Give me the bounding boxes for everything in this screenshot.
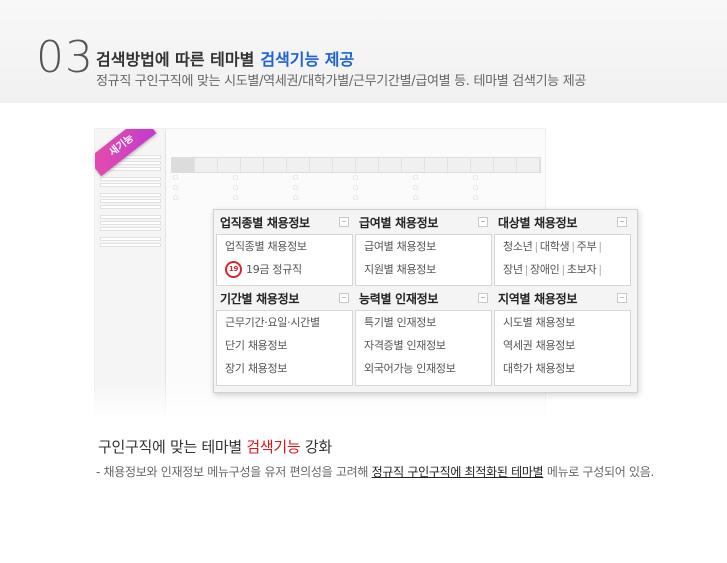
target-box: 청소년 | 대학생 | 주부 | 장년 | 장애인 | 초보자 | — [494, 234, 631, 286]
language-link[interactable]: 외국어가능 인재정보 — [356, 357, 491, 380]
ability-box: 특기별 인재정보 자격증별 인재정보 외국어가능 인재정보 — [355, 310, 492, 386]
period-title: 기간별 채용정보 — [220, 292, 300, 306]
desc-pre: - 채용정보와 인재정보 메뉴구성을 유저 편의성을 고려해 — [96, 465, 372, 479]
section-title: 검색방법에 따른 테마별 검색기능 제공 — [96, 46, 354, 70]
industry-link[interactable]: 업직종별 채용정보 — [217, 235, 352, 258]
title-highlight: 검색기능 제공 — [260, 50, 355, 69]
collapse-icon[interactable] — [339, 293, 349, 303]
industry-box: 업직종별 채용정보 19 19금 정규직 — [216, 234, 353, 286]
section-subtitle: 정규직 구인구직에 맞는 시도별/역세권/대학가별/근무기간별/급여별 등. 테… — [96, 74, 587, 89]
section-number: 03 — [36, 32, 94, 83]
target-teen[interactable]: 청소년 — [503, 240, 533, 253]
theme-search-panel: 업직종별 채용정보 업직종별 채용정보 19 19금 정규직 급여별 채용정보 급… — [213, 209, 638, 393]
salary-box: 급여별 채용정보 지원별 채용정보 — [355, 234, 492, 286]
campus-link[interactable]: 대학가 채용정보 — [495, 357, 630, 380]
desc-post: 메뉴로 구성되어 있음. — [543, 465, 655, 479]
station-link[interactable]: 역세권 채용정보 — [495, 334, 630, 357]
desc-underlined: 정규직 구인구직에 최적화된 테마별 — [371, 465, 544, 479]
salary-link[interactable]: 급여별 채용정보 — [356, 235, 491, 258]
feature-title-red: 검색기능 — [246, 438, 301, 456]
collapse-icon[interactable] — [617, 293, 627, 303]
target-housewife[interactable]: 주부 — [577, 240, 597, 253]
feature-title-post: 강화 — [300, 438, 332, 456]
salary-section: 급여별 채용정보 급여별 채용정보 지원별 채용정보 — [355, 210, 492, 286]
collapse-icon[interactable] — [478, 217, 488, 227]
target-title: 대상별 채용정보 — [498, 216, 578, 230]
region-title: 지역별 채용정보 — [498, 292, 578, 306]
feature-title: 구인구직에 맞는 테마별 검색기능 강화 — [98, 436, 332, 457]
adult-label: 19금 정규직 — [246, 263, 302, 276]
industry-section: 업직종별 채용정보 업직종별 채용정보 19 19금 정규직 — [216, 210, 353, 286]
long-term-link[interactable]: 장기 채용정보 — [217, 357, 352, 380]
skill-link[interactable]: 특기별 인재정보 — [356, 311, 491, 334]
support-link[interactable]: 지원별 채용정보 — [356, 258, 491, 281]
ability-section: 능력별 인재정보 특기별 인재정보 자격증별 인재정보 외국어가능 인재정보 — [355, 286, 492, 386]
collapse-icon[interactable] — [478, 293, 488, 303]
ability-title: 능력별 인재정보 — [359, 292, 439, 306]
period-link[interactable]: 근무기간·요일·시간별 — [217, 311, 352, 334]
period-box: 근무기간·요일·시간별 단기 채용정보 장기 채용정보 — [216, 310, 353, 386]
target-disabled[interactable]: 장애인 — [530, 263, 560, 276]
region-box: 시도별 채용정보 역세권 채용정보 대학가 채용정보 — [494, 310, 631, 386]
target-section: 대상별 채용정보 청소년 | 대학생 | 주부 | 장년 | 장애인 | 초보자 | — [494, 210, 631, 286]
city-link[interactable]: 시도별 채용정보 — [495, 311, 630, 334]
target-student[interactable]: 대학생 — [540, 240, 570, 253]
collapse-icon[interactable] — [617, 217, 627, 227]
short-term-link[interactable]: 단기 채용정보 — [217, 334, 352, 357]
feature-description: - 채용정보와 인재정보 메뉴구성을 유저 편의성을 고려해 정규직 구인구직에… — [96, 464, 656, 481]
age-19-icon: 19 — [225, 260, 242, 278]
target-row-1: 청소년 | 대학생 | 주부 | — [503, 240, 602, 253]
target-row-2: 장년 | 장애인 | 초보자 | — [503, 263, 602, 276]
license-link[interactable]: 자격증별 인재정보 — [356, 334, 491, 357]
period-section: 기간별 채용정보 근무기간·요일·시간별 단기 채용정보 장기 채용정보 — [216, 286, 353, 386]
feature-title-pre: 구인구직에 맞는 테마별 — [98, 438, 247, 456]
mock-tabs — [171, 157, 541, 173]
target-beginner[interactable]: 초보자 — [567, 263, 597, 276]
salary-title: 급여별 채용정보 — [359, 216, 439, 230]
adult-link[interactable]: 19 19금 정규직 — [217, 258, 352, 281]
target-senior[interactable]: 장년 — [503, 263, 523, 276]
industry-title: 업직종별 채용정보 — [220, 216, 310, 230]
collapse-icon[interactable] — [339, 217, 349, 227]
region-section: 지역별 채용정보 시도별 채용정보 역세권 채용정보 대학가 채용정보 — [494, 286, 631, 386]
title-text: 검색방법에 따른 테마별 — [96, 50, 255, 69]
